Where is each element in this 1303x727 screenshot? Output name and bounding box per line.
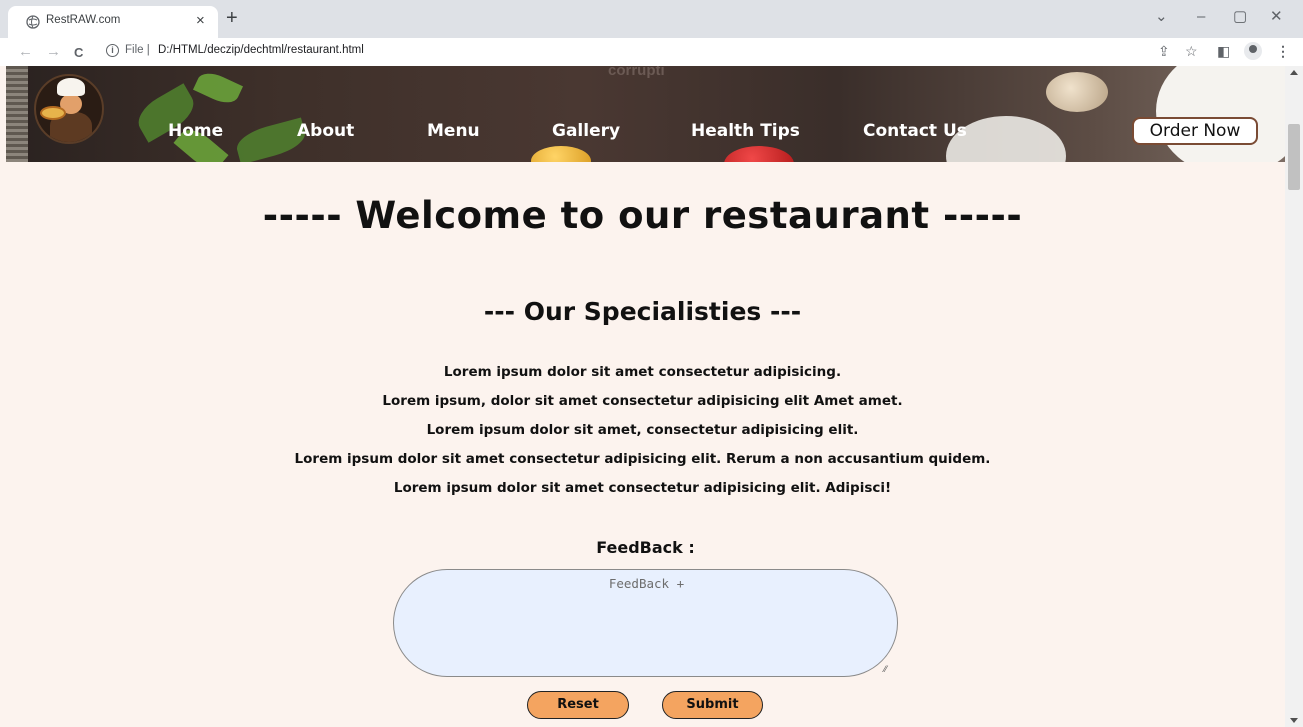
back-icon[interactable]: ← (18, 42, 33, 62)
specialty-line: Lorem ipsum dolor sit amet, consectetur … (426, 422, 859, 438)
order-now-button[interactable]: Order Now (1132, 117, 1258, 145)
side-panel-icon[interactable]: ◧ (1217, 42, 1230, 60)
profile-icon[interactable] (1244, 42, 1262, 60)
star-icon[interactable]: ☆ (1185, 42, 1198, 60)
welcome-heading: ----- Welcome to our restaurant ----- (262, 194, 1023, 237)
scroll-up-arrow-icon[interactable] (1290, 70, 1298, 75)
site-info-icon[interactable]: i (106, 44, 119, 57)
nav-health-tips[interactable]: Health Tips (691, 121, 800, 141)
tomato-image (724, 146, 794, 162)
close-window-icon[interactable]: ✕ (1270, 8, 1283, 26)
nav-contact-us[interactable]: Contact Us (863, 121, 967, 141)
pepper-image (531, 146, 591, 162)
browser-tabstrip: RestRAW.com × + ⌄ – ▢ ✕ (0, 0, 1303, 38)
scheme-label: File | (125, 44, 150, 56)
specialties-heading: --- Our Specialisties --- (483, 297, 802, 326)
forward-icon[interactable]: → (46, 42, 61, 62)
specialty-line: Lorem ipsum dolor sit amet consectetur a… (294, 451, 991, 467)
browser-toolbar: ← → C i File | D:/HTML/deczip/dechtml/re… (0, 38, 1303, 66)
minimize-icon[interactable]: – (1197, 8, 1205, 26)
reload-icon[interactable]: C (74, 43, 83, 63)
nav-about[interactable]: About (297, 121, 354, 141)
specialties-list: Lorem ipsum dolor sit amet consectetur a… (0, 358, 1285, 503)
resize-grip-icon[interactable]: ⁄⁄ (884, 664, 887, 674)
globe-icon (26, 15, 40, 29)
new-tab-icon[interactable]: + (226, 8, 238, 28)
restore-icon[interactable]: ▢ (1233, 8, 1247, 26)
specialty-line: Lorem ipsum dolor sit amet consectetur a… (393, 480, 892, 496)
hero-banner: corrupti Home About Menu Gallery Health … (6, 66, 1285, 162)
nav-home[interactable]: Home (168, 121, 223, 141)
garlic-image (1046, 72, 1108, 112)
scroll-thumb[interactable] (1288, 124, 1300, 190)
tab-title: RestRAW.com (46, 14, 121, 26)
share-icon[interactable]: ⇪ (1158, 42, 1170, 60)
tab-close-icon[interactable]: × (196, 12, 205, 30)
menu-icon[interactable]: ⋮ (1276, 42, 1290, 60)
url-text[interactable]: D:/HTML/deczip/dechtml/restaurant.html (158, 44, 364, 56)
tab-search-chevron-icon[interactable]: ⌄ (1155, 8, 1168, 26)
address-bar[interactable]: i File | D:/HTML/deczip/dechtml/restaura… (98, 41, 1288, 63)
feedback-placeholder: FeedBack + (608, 576, 685, 591)
basil-leaf-image (192, 67, 244, 109)
reset-button[interactable]: Reset (527, 691, 629, 719)
grater-image (6, 66, 28, 162)
nav-gallery[interactable]: Gallery (552, 121, 620, 141)
scroll-down-arrow-icon[interactable] (1290, 718, 1298, 723)
feedback-textarea[interactable]: FeedBack + ⁄⁄ (393, 569, 898, 677)
specialty-line: Lorem ipsum, dolor sit amet consectetur … (382, 393, 903, 409)
page-scrollbar[interactable] (1285, 66, 1303, 727)
submit-button[interactable]: Submit (662, 691, 763, 719)
browser-tab[interactable]: RestRAW.com × (8, 6, 218, 38)
hero-faded-text: corrupti (608, 66, 665, 79)
plate-image (1156, 66, 1285, 162)
specialty-line: Lorem ipsum dolor sit amet consectetur a… (443, 364, 842, 380)
feedback-label: FeedBack : (596, 538, 695, 557)
page-viewport: corrupti Home About Menu Gallery Health … (0, 66, 1285, 727)
chef-logo[interactable] (34, 74, 104, 144)
nav-menu[interactable]: Menu (427, 121, 480, 141)
